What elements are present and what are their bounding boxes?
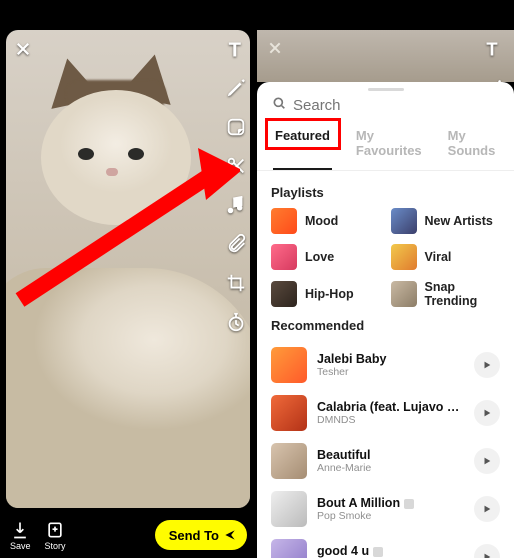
playlist-thumb [271,281,297,307]
send-to-label: Send To [169,528,219,543]
playlist-thumb [391,244,417,270]
track-title: Bout A Million [317,496,464,510]
playlist-item[interactable]: Snap Trending [391,280,501,308]
track-title: Jalebi Baby [317,352,464,366]
section-title-recommended: Recommended [271,318,500,333]
track-thumb [271,491,307,527]
tabs: Featured My Favourites My Sounds [257,122,514,171]
playlist-label: New Artists [425,214,493,228]
close-icon[interactable] [267,40,283,61]
playlist-label: Viral [425,250,452,264]
track-artist: Tesher [317,366,464,378]
playlist-item[interactable]: Mood [271,208,381,234]
save-label: Save [10,541,31,551]
playlist-label: Love [305,250,334,264]
explicit-tag-icon [404,499,414,509]
playlist-item[interactable]: Love [271,244,381,270]
scissors-icon[interactable] [223,153,249,179]
play-button[interactable] [474,400,500,426]
playlist-thumb [271,208,297,234]
track-row[interactable]: Calabria (feat. Lujavo & Nito-Onna) DMND… [271,389,500,437]
track-row[interactable]: Jalebi Baby Tesher [271,341,500,389]
tab-featured[interactable]: Featured [273,124,332,162]
snap-edit-screen: T Save Story Send To [0,0,257,558]
play-button[interactable] [474,496,500,522]
section-title-playlists: Playlists [271,185,500,200]
sticker-icon[interactable] [223,114,249,140]
timer-icon[interactable] [223,309,249,335]
playlist-item[interactable]: Hip-Hop [271,280,381,308]
track-thumb [271,347,307,383]
play-button[interactable] [474,544,500,558]
track-row[interactable]: Bout A Million Pop Smoke [271,485,500,533]
music-icon[interactable] [223,192,249,218]
send-to-button[interactable]: Send To [155,520,247,550]
playlist-label: Snap Trending [425,280,501,308]
playlist-item[interactable]: New Artists [391,208,501,234]
search-input[interactable] [293,97,500,114]
sheet-grabber[interactable] [368,88,404,91]
track-row[interactable]: Beautiful Anne-Marie [271,437,500,485]
track-artist: DMNDS [317,414,464,426]
search-icon [271,95,287,116]
attachment-icon[interactable] [223,231,249,257]
playlist-thumb [391,208,417,234]
tab-my-favourites[interactable]: My Favourites [354,124,424,162]
play-button[interactable] [474,448,500,474]
music-picker-screen: T Featured My Favourites My Sounds Playl… [257,0,514,558]
track-thumb [271,443,307,479]
story-label: Story [45,541,66,551]
explicit-tag-icon [373,547,383,557]
track-artist: Pop Smoke [317,510,464,522]
playlist-thumb [271,244,297,270]
edit-toolbar: T [223,36,249,335]
playlist-label: Hip-Hop [305,287,354,301]
playlist-label: Mood [305,214,338,228]
svg-text:T: T [229,39,242,60]
pencil-icon[interactable] [223,75,249,101]
text-icon[interactable]: T [223,36,249,62]
story-button[interactable]: Story [45,520,66,551]
playlist-thumb [391,281,417,307]
track-thumb [271,395,307,431]
music-sheet: Featured My Favourites My Sounds Playlis… [257,82,514,558]
track-row[interactable]: good 4 u Olivia Rodrigo [271,533,500,558]
track-thumb [271,539,307,558]
tab-my-sounds[interactable]: My Sounds [446,124,498,162]
track-artist: Anne-Marie [317,462,464,474]
bottom-bar: Save Story Send To [0,512,257,558]
track-title: good 4 u [317,544,464,558]
track-title: Beautiful [317,448,464,462]
save-button[interactable]: Save [10,520,31,551]
playlist-item[interactable]: Viral [391,244,501,270]
play-button[interactable] [474,352,500,378]
snap-photo [6,30,250,508]
svg-text:T: T [486,39,497,59]
track-title: Calabria (feat. Lujavo & Nito-Onna) [317,400,464,414]
close-icon[interactable] [14,40,32,63]
crop-icon[interactable] [223,270,249,296]
text-icon[interactable]: T [480,36,506,62]
